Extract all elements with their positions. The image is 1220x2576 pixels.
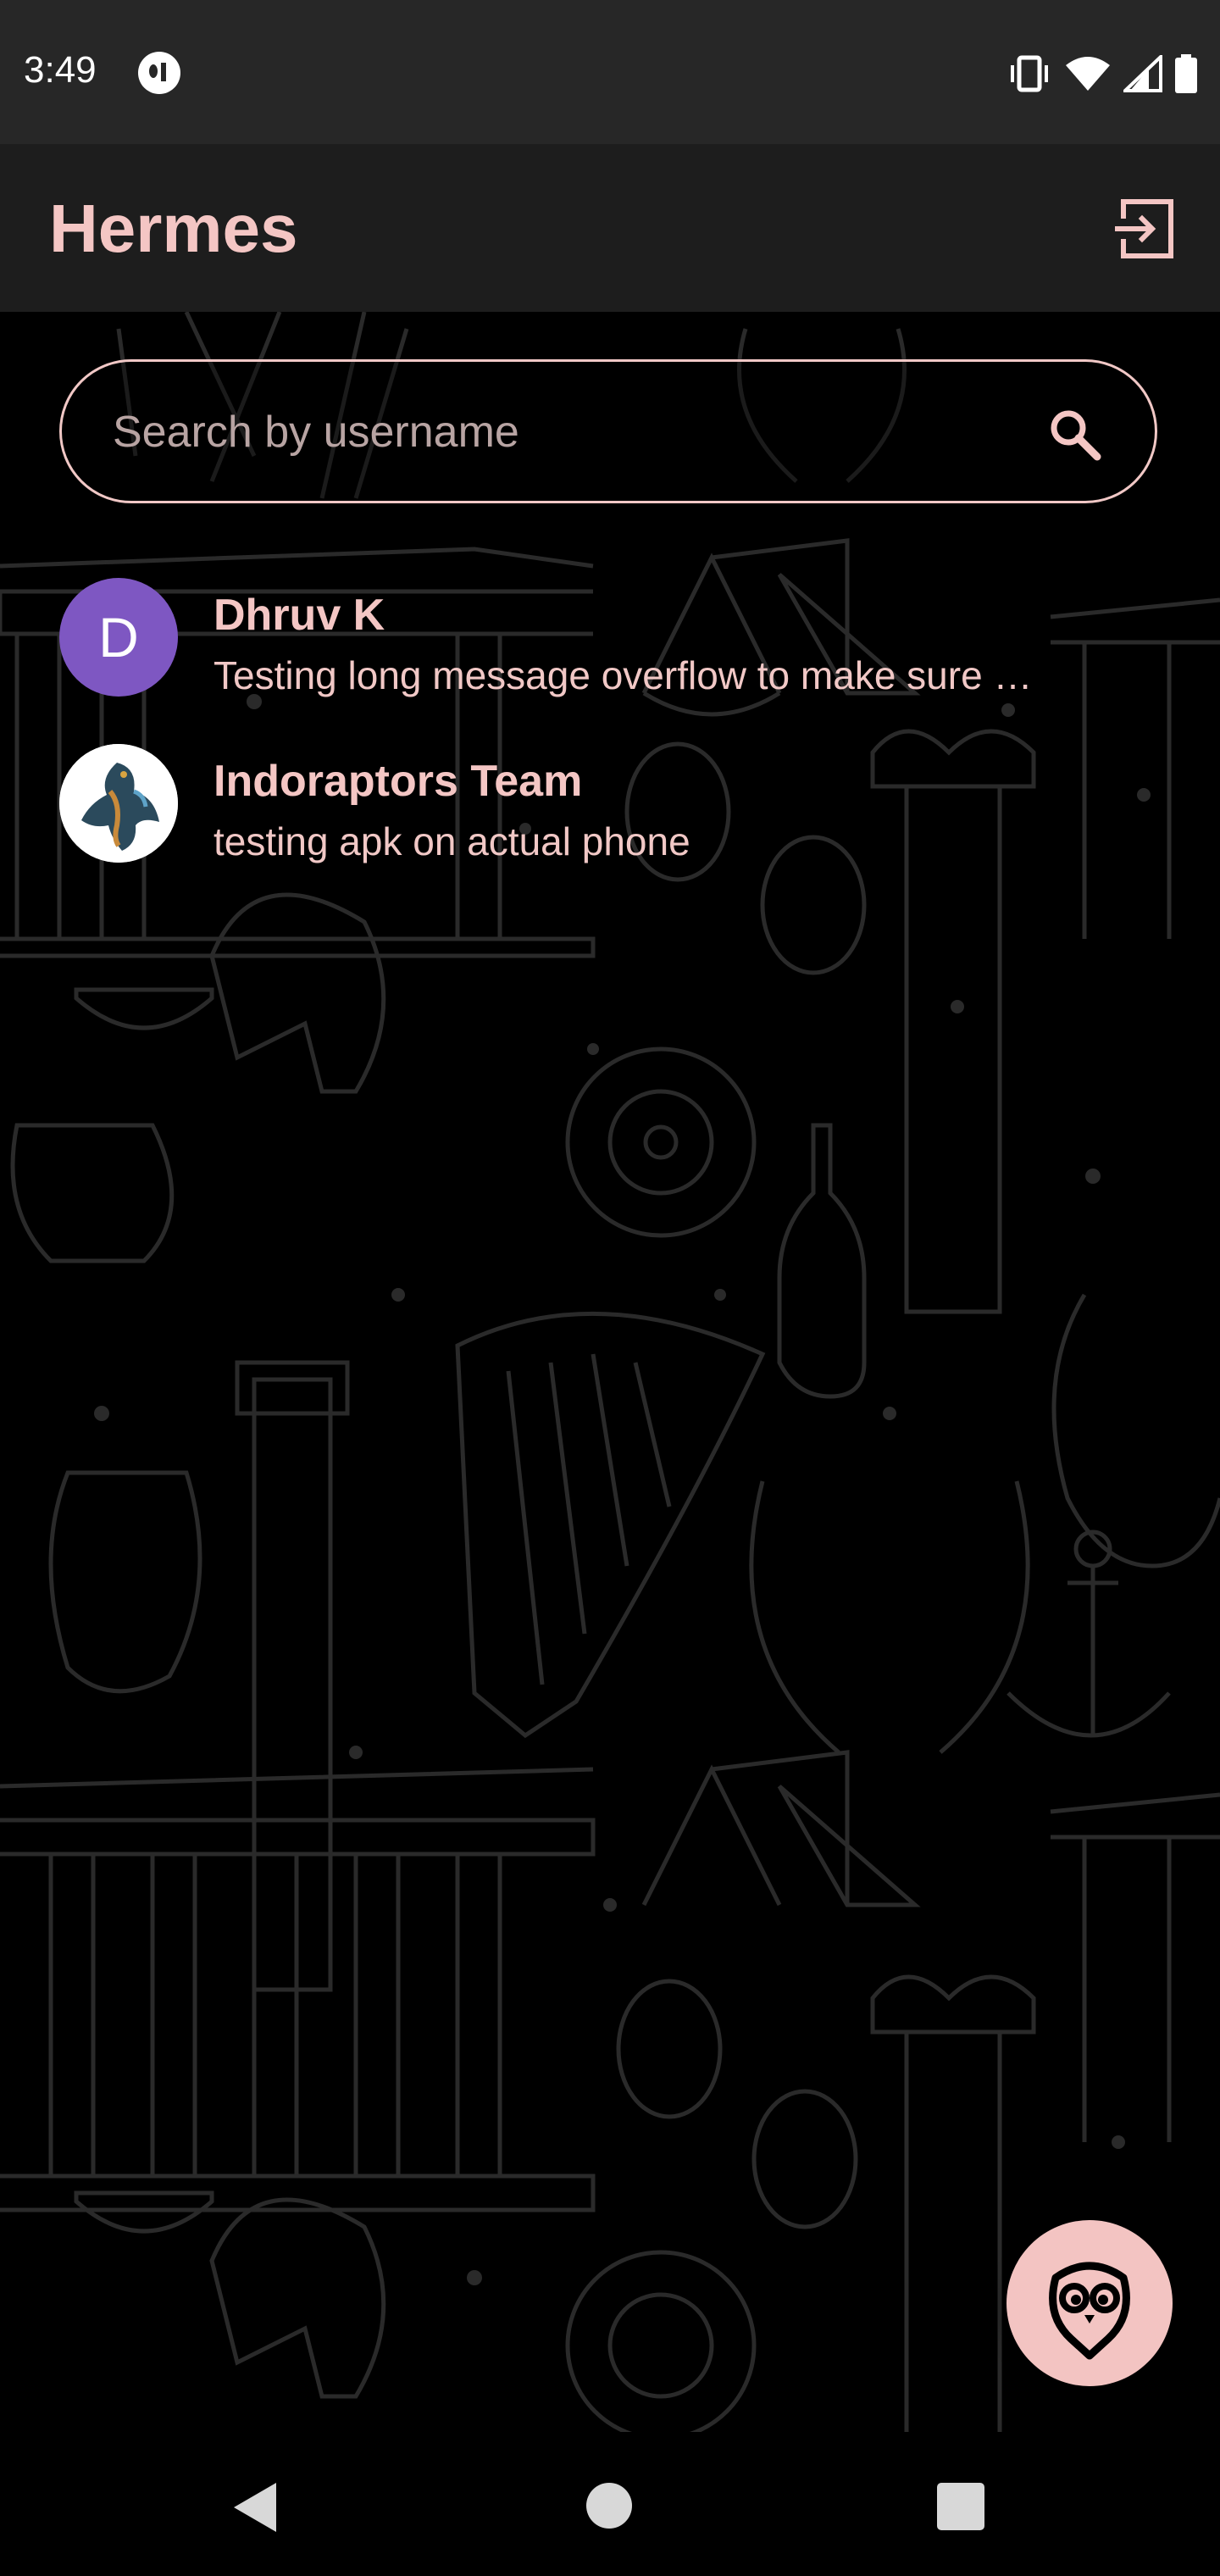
new-chat-button[interactable]	[1006, 2220, 1173, 2386]
app-notification-icon	[138, 52, 180, 94]
status-icons	[1006, 53, 1198, 95]
search-bar	[59, 359, 1157, 503]
back-icon[interactable]	[230, 2481, 280, 2534]
eagle-avatar-icon	[59, 744, 178, 863]
chat-last-message: testing apk on actual phone	[214, 819, 690, 863]
chat-name: Indoraptors Team	[214, 757, 583, 806]
status-time: 3:49	[24, 49, 97, 91]
app-title: Hermes	[49, 191, 298, 266]
logout-icon[interactable]	[1108, 193, 1179, 264]
search-input[interactable]	[111, 362, 1012, 502]
battery-icon	[1175, 54, 1197, 93]
signal-icon	[1123, 55, 1162, 92]
system-nav-bar	[0, 2432, 1220, 2576]
chat-last-message: Testing long message overflow to make su…	[214, 653, 1033, 697]
search-icon[interactable]	[1046, 406, 1102, 462]
chat-item[interactable]: Indoraptors Team testing apk on actual p…	[0, 744, 1220, 905]
avatar	[59, 744, 178, 863]
status-bar: 3:49	[0, 0, 1220, 144]
chat-name: Dhruv K	[214, 591, 385, 640]
avatar: D	[59, 578, 178, 697]
chat-item[interactable]: D Dhruv K Testing long message overflow …	[0, 578, 1220, 739]
home-icon[interactable]	[586, 2483, 632, 2529]
app-bar: Hermes	[0, 144, 1220, 312]
owl-icon	[1049, 2262, 1130, 2360]
recents-icon[interactable]	[937, 2483, 984, 2530]
wifi-icon	[1066, 57, 1110, 91]
vibrate-icon	[1011, 55, 1048, 92]
chat-list-screen: D Dhruv K Testing long message overflow …	[0, 312, 1220, 2432]
